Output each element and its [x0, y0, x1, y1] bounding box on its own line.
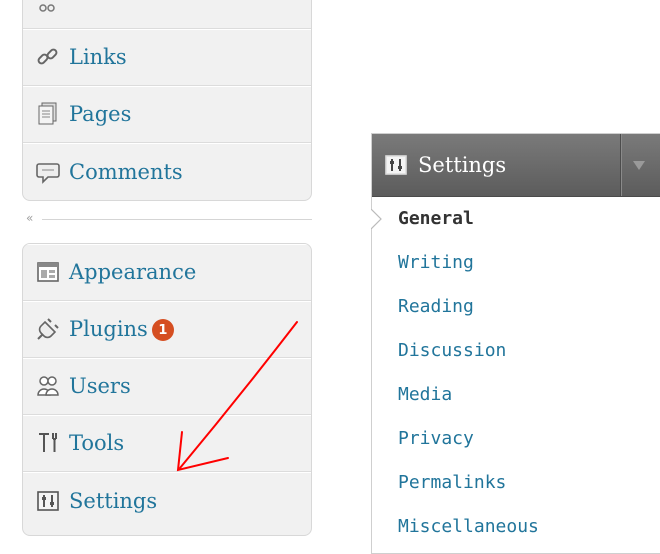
- settings-submenu: Settings General Writing Reading Discuss…: [371, 133, 660, 554]
- menu-item-partial[interactable]: [23, 0, 311, 29]
- submenu-title: Settings: [418, 153, 507, 177]
- submenu-item-miscellaneous[interactable]: Miscellaneous: [372, 505, 660, 549]
- links-icon: [33, 42, 63, 72]
- submenu-item-discussion[interactable]: Discussion: [372, 329, 660, 373]
- settings-icon: [382, 151, 410, 179]
- header-divider: [620, 134, 621, 196]
- menu-item-settings[interactable]: Settings: [23, 472, 311, 529]
- submenu-label-discussion: Discussion: [398, 340, 507, 361]
- submenu-list: General Writing Reading Discussion Media…: [371, 197, 660, 549]
- admin-menu-bottom-group: Appearance Plugins 1 Users Tools Setting…: [22, 243, 312, 536]
- menu-label-plugins: Plugins: [69, 317, 148, 341]
- menu-label-pages: Pages: [69, 102, 132, 126]
- submenu-item-writing[interactable]: Writing: [372, 241, 660, 285]
- submenu-item-permalinks[interactable]: Permalinks: [372, 461, 660, 505]
- submenu-item-media[interactable]: Media: [372, 373, 660, 417]
- menu-label-comments: Comments: [69, 159, 183, 184]
- menu-label-tools: Tools: [69, 431, 125, 455]
- submenu-label-writing: Writing: [398, 252, 474, 273]
- menu-item-links[interactable]: Links: [23, 29, 311, 86]
- submenu-label-privacy: Privacy: [398, 428, 474, 449]
- menu-item-pages[interactable]: Pages: [23, 86, 311, 143]
- tools-icon: [33, 428, 63, 458]
- submenu-label-reading: Reading: [398, 296, 474, 317]
- menu-item-appearance[interactable]: Appearance: [23, 244, 311, 301]
- current-page-marker: [371, 209, 382, 229]
- plugins-icon: [33, 314, 63, 344]
- submenu-item-general[interactable]: General: [371, 197, 660, 241]
- submenu-label-media: Media: [398, 384, 453, 405]
- submenu-item-reading[interactable]: Reading: [372, 285, 660, 329]
- menu-label-links: Links: [69, 45, 127, 69]
- menu-label-settings: Settings: [69, 488, 158, 513]
- menu-label-users: Users: [69, 374, 131, 398]
- collapse-menu-button[interactable]: «: [26, 210, 42, 226]
- users-icon: [33, 371, 63, 401]
- comments-icon: [33, 157, 63, 187]
- submenu-header[interactable]: Settings: [372, 134, 660, 197]
- menu-item-plugins[interactable]: Plugins 1: [23, 301, 311, 358]
- submenu-label-miscellaneous: Miscellaneous: [398, 516, 539, 537]
- appearance-icon: [33, 257, 63, 287]
- pages-icon: [33, 99, 63, 129]
- menu-label-appearance: Appearance: [69, 260, 197, 284]
- submenu-item-privacy[interactable]: Privacy: [372, 417, 660, 461]
- chevron-down-icon[interactable]: [630, 156, 648, 174]
- settings-icon: [33, 486, 63, 516]
- menu-item-tools[interactable]: Tools: [23, 415, 311, 472]
- submenu-label-permalinks: Permalinks: [398, 472, 507, 493]
- partial-icon: [33, 0, 63, 24]
- menu-item-comments[interactable]: Comments: [23, 143, 311, 200]
- submenu-label-general: General: [398, 208, 474, 229]
- admin-menu-top-group: Links Pages Comments: [22, 0, 312, 201]
- menu-separator: [42, 219, 312, 220]
- menu-item-users[interactable]: Users: [23, 358, 311, 415]
- update-count-badge: 1: [151, 319, 174, 341]
